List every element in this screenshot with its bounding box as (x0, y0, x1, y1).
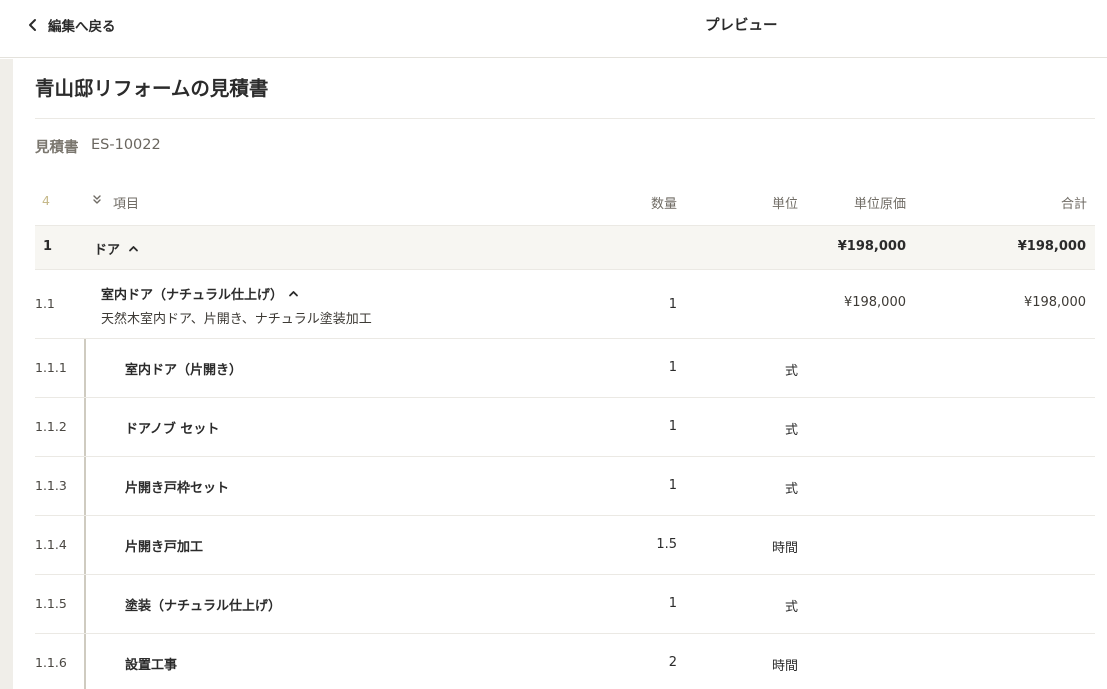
group-unit-cost: ¥198,000 (837, 239, 906, 254)
chevron-left-icon (29, 19, 36, 31)
double-chevron-down-icon[interactable] (91, 194, 103, 206)
subitem-quantity: 1 (668, 478, 677, 493)
group-name[interactable]: ドア (94, 239, 139, 258)
column-header-unit-cost: 単位原価 (853, 197, 906, 212)
subitem-name: ドアノブ セット (125, 422, 220, 437)
subitem-unit: 時間 (771, 541, 798, 556)
subitem-unit: 時間 (771, 659, 798, 674)
subitem-unit: 式 (784, 423, 798, 438)
subitem-number: 1.1.1 (35, 360, 67, 375)
column-header-total: 合計 (1060, 197, 1087, 212)
back-label: 編集へ戻る (48, 19, 116, 35)
table-header: 4 項目 数量 単位 単位原価 合計 (35, 181, 1095, 225)
item-description: 天然木室内ドア、片開き、ナチュラル塗装加工 (101, 312, 372, 327)
indent-bar (84, 575, 86, 633)
indent-bar (84, 516, 86, 574)
top-bar: 編集へ戻る プレビュー (0, 0, 1107, 58)
page-title: プレビュー (705, 18, 778, 34)
group-number: 1 (43, 239, 53, 254)
item-unit-cost: ¥198,000 (843, 295, 906, 310)
subitem-name: 塗装（ナチュラル仕上げ） (125, 599, 282, 614)
subitem-name: 片開き戸加工 (125, 540, 204, 555)
left-rail (0, 59, 13, 689)
subitem-name: 片開き戸枠セット (125, 481, 230, 496)
subitem-row[interactable]: 1.1.2 ドアノブ セット 1 式 (35, 398, 1095, 457)
subitem-quantity: 1 (668, 360, 677, 375)
subitem-number: 1.1.6 (35, 655, 67, 670)
subitem-number: 1.1.2 (35, 419, 67, 434)
item-total: ¥198,000 (1023, 295, 1086, 310)
subitem-name: 室内ドア（片開き） (125, 363, 243, 378)
subitem-row[interactable]: 1.1.5 塗装（ナチュラル仕上げ） 1 式 (35, 575, 1095, 634)
subitem-quantity: 2 (668, 655, 677, 670)
item-name-label: 室内ドア（ナチュラル仕上げ） (101, 288, 284, 303)
divider (35, 118, 1095, 119)
indent-bar (84, 398, 86, 456)
subitem-unit: 式 (784, 482, 798, 497)
item-row[interactable]: 1.1 室内ドア（ナチュラル仕上げ） 天然木室内ドア、片開き、ナチュラル塗装加工… (35, 270, 1095, 339)
column-header-item: 項目 (113, 197, 140, 212)
subitem-quantity: 1 (668, 419, 677, 434)
item-quantity: 1 (668, 297, 677, 312)
estimate-table: 4 項目 数量 単位 単位原価 合計 1 ドア ¥198,000 ¥198,00… (35, 181, 1095, 689)
subitem-row[interactable]: 1.1.4 片開き戸加工 1.5 時間 (35, 516, 1095, 575)
subitem-row[interactable]: 1.1.1 室内ドア（片開き） 1 式 (35, 339, 1095, 398)
chevron-up-icon[interactable] (288, 288, 299, 299)
column-header-unit: 単位 (771, 197, 798, 212)
indent-bar (84, 339, 86, 397)
subitem-quantity: 1.5 (656, 537, 677, 552)
subitem-number: 1.1.3 (35, 478, 67, 493)
item-count: 4 (42, 193, 50, 208)
estimate-number: ES-10022 (91, 137, 161, 153)
subitem-number: 1.1.5 (35, 596, 67, 611)
group-row[interactable]: 1 ドア ¥198,000 ¥198,000 (35, 225, 1095, 270)
column-header-quantity: 数量 (650, 197, 677, 212)
subitem-number: 1.1.4 (35, 537, 67, 552)
group-name-label: ドア (94, 243, 121, 258)
subitem-name: 設置工事 (125, 658, 178, 673)
item-name[interactable]: 室内ドア（ナチュラル仕上げ） (101, 284, 299, 303)
indent-bar (84, 457, 86, 515)
subitem-quantity: 1 (668, 596, 677, 611)
chevron-up-icon[interactable] (128, 243, 139, 254)
subitem-unit: 式 (784, 600, 798, 615)
group-total: ¥198,000 (1017, 239, 1086, 254)
item-number: 1.1 (35, 296, 55, 311)
subitem-row[interactable]: 1.1.6 設置工事 2 時間 (35, 634, 1095, 689)
back-to-edit-button[interactable]: 編集へ戻る (26, 14, 116, 36)
indent-bar (84, 634, 86, 689)
subitem-row[interactable]: 1.1.3 片開き戸枠セット 1 式 (35, 457, 1095, 516)
subitem-unit: 式 (784, 364, 798, 379)
document-title: 青山邸リフォームの見積書 (35, 77, 269, 100)
estimate-label: 見積書 (35, 140, 79, 156)
